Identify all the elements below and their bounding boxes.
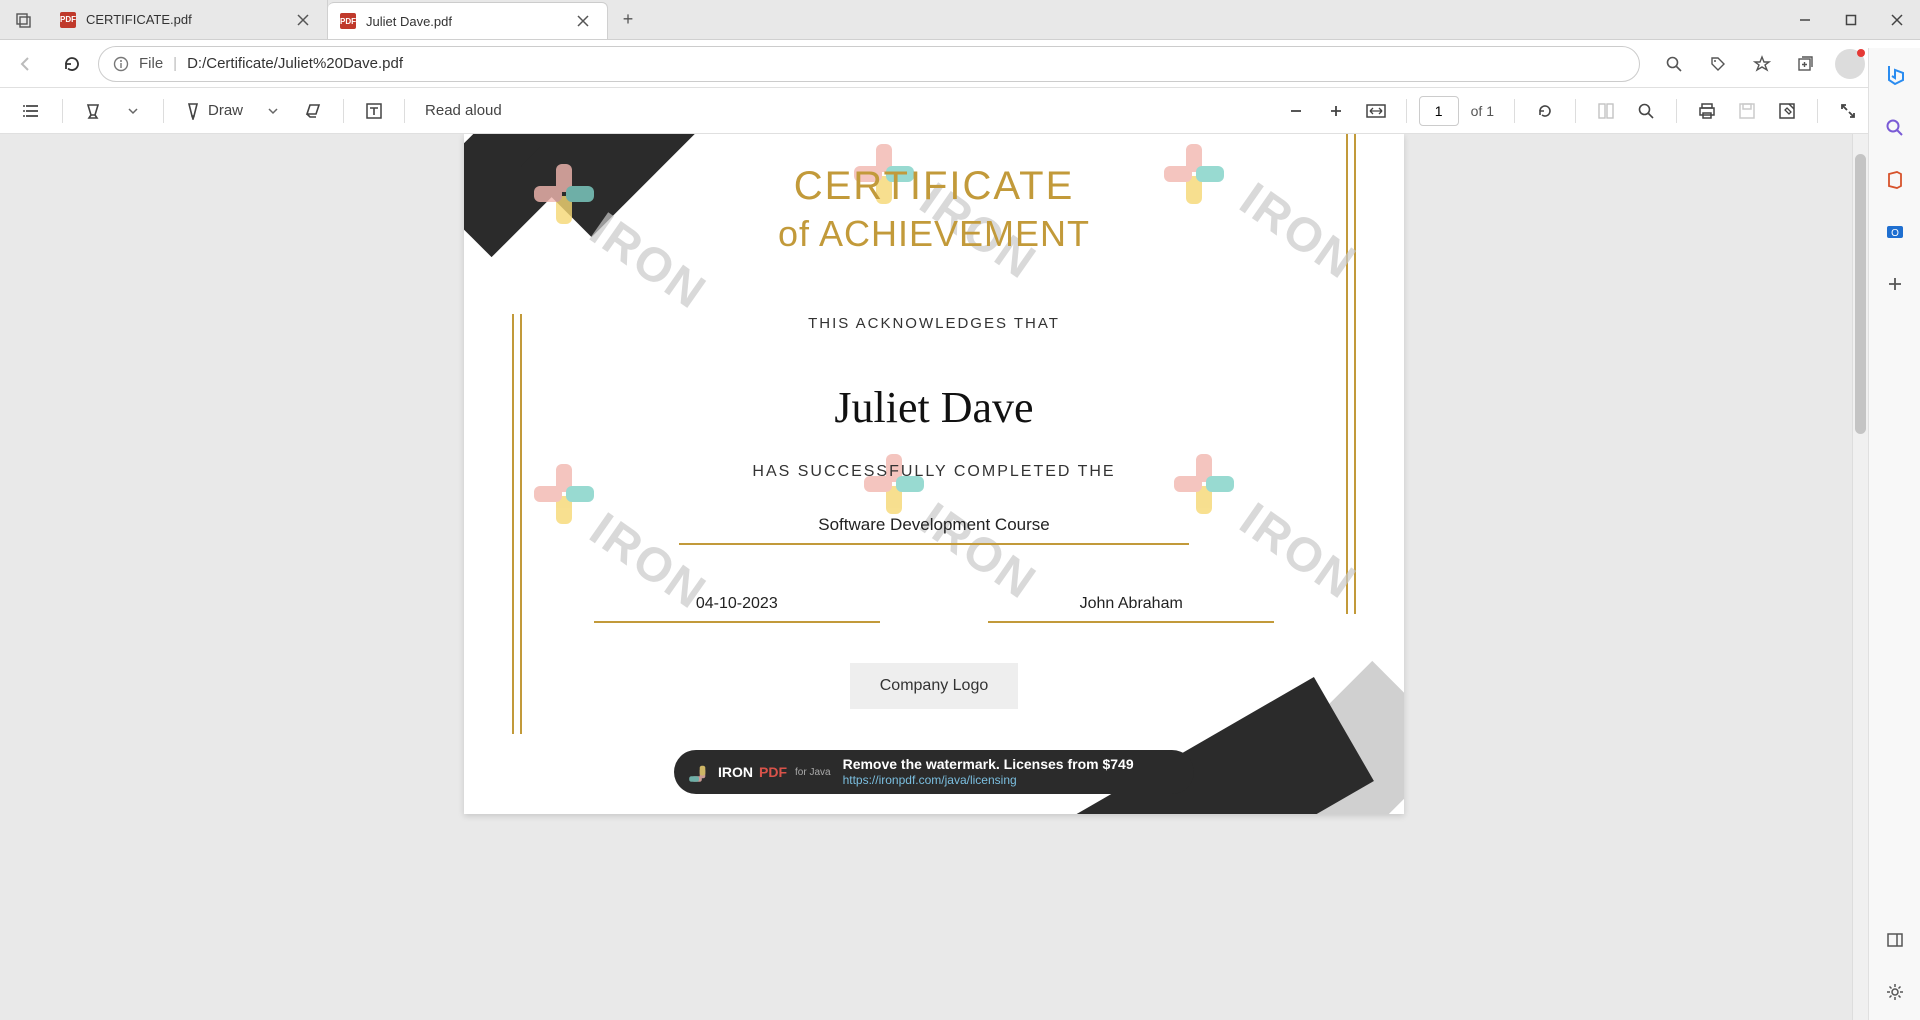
signature-row: 04-10-2023 John Abraham xyxy=(594,595,1274,623)
edge-sidebar: O xyxy=(1868,48,1920,1020)
banner-message: Remove the watermark. Licenses from $749 xyxy=(843,757,1134,772)
contents-icon[interactable] xyxy=(14,93,50,129)
shopping-icon[interactable] xyxy=(1698,44,1738,84)
scrollbar-thumb[interactable] xyxy=(1855,154,1866,434)
certificate-subtitle: of ACHIEVEMENT xyxy=(778,213,1090,255)
erase-icon[interactable] xyxy=(295,93,331,129)
certificate-course: Software Development Course xyxy=(679,515,1189,545)
divider xyxy=(1676,99,1677,123)
zoom-in-button[interactable] xyxy=(1318,93,1354,129)
window-controls xyxy=(1782,0,1920,39)
highlight-icon[interactable] xyxy=(75,93,111,129)
draw-button[interactable]: Draw xyxy=(176,93,251,129)
divider xyxy=(1406,99,1407,123)
tab-close-button[interactable] xyxy=(291,8,315,32)
pdf-favicon-icon: PDF xyxy=(60,12,76,28)
highlight-chevron-icon[interactable] xyxy=(115,93,151,129)
tab-certificate[interactable]: PDF CERTIFICATE.pdf xyxy=(48,0,328,39)
page-total: of 1 xyxy=(1471,103,1494,119)
titlebar: PDF CERTIFICATE.pdf PDF Juliet Dave.pdf … xyxy=(0,0,1920,40)
divider xyxy=(1817,99,1818,123)
add-sidebar-icon[interactable] xyxy=(1877,266,1913,302)
page-number-input[interactable] xyxy=(1419,96,1459,126)
collections-icon[interactable] xyxy=(1786,44,1826,84)
url-input[interactable]: File | D:/Certificate/Juliet%20Dave.pdf xyxy=(98,46,1640,82)
divider xyxy=(163,99,164,123)
tab-label: CERTIFICATE.pdf xyxy=(86,12,192,27)
brand-pdf: PDF xyxy=(759,764,787,780)
back-button[interactable] xyxy=(6,44,46,84)
favorites-icon[interactable] xyxy=(1742,44,1782,84)
tab-juliet-dave[interactable]: PDF Juliet Dave.pdf xyxy=(328,2,608,39)
url-scheme: File xyxy=(139,55,163,72)
divider xyxy=(343,99,344,123)
profile-button[interactable] xyxy=(1830,44,1870,84)
fit-width-icon[interactable] xyxy=(1358,93,1394,129)
divider xyxy=(62,99,63,123)
certificate-ack: THIS ACKNOWLEDGES THAT xyxy=(808,315,1060,332)
outlook-icon[interactable]: O xyxy=(1877,214,1913,250)
brand-for-java: for Java xyxy=(795,767,831,778)
pdf-toolbar: Draw Read aloud of 1 xyxy=(0,88,1920,134)
read-aloud-button[interactable]: Read aloud xyxy=(417,93,510,129)
pdf-viewer[interactable]: IRON IRON IRON IRON IRON IRON CERTIFICAT… xyxy=(0,134,1868,1020)
maximize-button[interactable] xyxy=(1828,0,1874,39)
draw-chevron-icon[interactable] xyxy=(255,93,291,129)
draw-label: Draw xyxy=(208,102,243,119)
bing-chat-icon[interactable] xyxy=(1877,58,1913,94)
svg-text:O: O xyxy=(1891,228,1899,239)
divider xyxy=(1575,99,1576,123)
brand-iron: IRON xyxy=(718,764,753,780)
read-aloud-label: Read aloud xyxy=(425,102,502,119)
ironpdf-brand: IRON PDF for Java xyxy=(692,762,831,782)
new-tab-button[interactable]: + xyxy=(608,0,648,39)
refresh-button[interactable] xyxy=(52,44,92,84)
office-icon[interactable] xyxy=(1877,162,1913,198)
divider xyxy=(404,99,405,123)
certificate-content: CERTIFICATE of ACHIEVEMENT THIS ACKNOWLE… xyxy=(464,134,1404,814)
print-icon[interactable] xyxy=(1689,93,1725,129)
address-bar: File | D:/Certificate/Juliet%20Dave.pdf xyxy=(0,40,1920,88)
banner-link[interactable]: https://ironpdf.com/java/licensing xyxy=(843,774,1134,787)
page-view-icon[interactable] xyxy=(1588,93,1624,129)
divider xyxy=(1514,99,1515,123)
scrollbar[interactable] xyxy=(1852,134,1868,1020)
toggle-sidebar-icon[interactable] xyxy=(1877,922,1913,958)
zoom-out-button[interactable] xyxy=(1278,93,1314,129)
tab-close-button[interactable] xyxy=(571,9,595,33)
company-logo-placeholder: Company Logo xyxy=(850,663,1019,709)
certificate-signer: John Abraham xyxy=(988,595,1274,623)
site-info-icon[interactable] xyxy=(113,56,129,72)
tab-label: Juliet Dave.pdf xyxy=(366,14,452,29)
pdf-favicon-icon: PDF xyxy=(340,13,356,29)
tab-actions-icon[interactable] xyxy=(0,0,48,39)
certificate-completed: HAS SUCCESSFULLY COMPLETED THE xyxy=(752,463,1115,481)
zoom-icon[interactable] xyxy=(1654,44,1694,84)
pdf-page: IRON IRON IRON IRON IRON IRON CERTIFICAT… xyxy=(464,134,1404,814)
save-icon[interactable] xyxy=(1729,93,1765,129)
url-separator: | xyxy=(173,55,177,72)
close-window-button[interactable] xyxy=(1874,0,1920,39)
minimize-button[interactable] xyxy=(1782,0,1828,39)
ironpdf-banner[interactable]: IRON PDF for Java Remove the watermark. L… xyxy=(674,750,1194,794)
find-icon[interactable] xyxy=(1628,93,1664,129)
fullscreen-icon[interactable] xyxy=(1830,93,1866,129)
certificate-date: 04-10-2023 xyxy=(594,595,880,623)
sidebar-settings-icon[interactable] xyxy=(1877,974,1913,1010)
search-sidebar-icon[interactable] xyxy=(1877,110,1913,146)
text-tool-icon[interactable] xyxy=(356,93,392,129)
certificate-recipient: Juliet Dave xyxy=(834,382,1033,433)
url-text: D:/Certificate/Juliet%20Dave.pdf xyxy=(187,55,403,72)
rotate-icon[interactable] xyxy=(1527,93,1563,129)
certificate-title: CERTIFICATE xyxy=(794,164,1075,209)
save-as-icon[interactable] xyxy=(1769,93,1805,129)
